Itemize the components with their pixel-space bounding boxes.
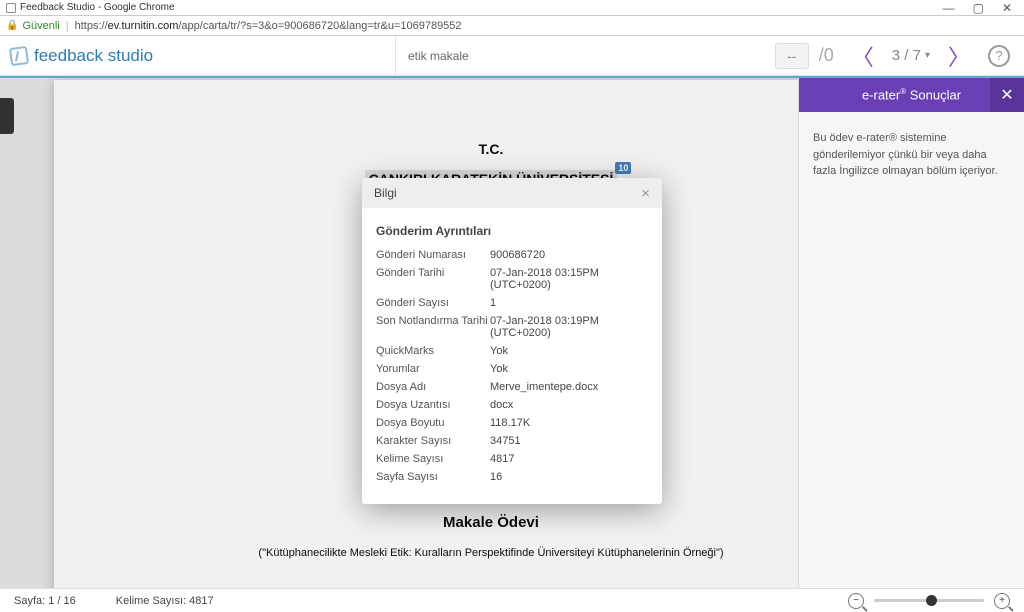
detail-key: Son Notlandırma Tarihi (376, 315, 490, 339)
url-scheme: https:// (75, 20, 108, 32)
url-domain: ev.turnitin.com (108, 20, 179, 32)
app-icon (6, 3, 16, 13)
detail-key: Sayfa Sayısı (376, 471, 490, 483)
brand[interactable]: feedback studio (0, 46, 153, 66)
app-header: feedback studio etik makale -- /0 〈 3 / … (0, 36, 1024, 76)
detail-row: Dosya Uzantısıdocx (376, 396, 648, 414)
os-titlebar: Feedback Studio - Google Chrome — ▢ ✕ (0, 0, 1024, 16)
detail-value: 1 (490, 297, 648, 309)
window-title: Feedback Studio - Google Chrome (20, 2, 175, 13)
detail-value: Yok (490, 363, 648, 375)
brand-icon (9, 45, 29, 65)
grade-total: /0 (819, 45, 834, 66)
similarity-marker-10[interactable]: 10 (615, 162, 631, 174)
erater-panel-title: e-rater® Sonuçlar (862, 87, 961, 102)
detail-row: Kelime Sayısı4817 (376, 450, 648, 468)
doc-heading-makale: Makale Ödevi (54, 514, 928, 531)
secure-label: Güvenli (22, 20, 59, 32)
detail-key: Yorumlar (376, 363, 490, 375)
lock-icon: 🔒 (6, 20, 18, 31)
info-modal-close-button[interactable]: × (641, 185, 650, 202)
zoom-in-icon[interactable]: + (994, 593, 1010, 609)
status-bar: Sayfa: 1 / 16 Kelime Sayısı: 4817 − + (0, 588, 1024, 612)
info-modal-header: Bilgi × (362, 178, 662, 208)
status-words: Kelime Sayısı: 4817 (116, 595, 214, 607)
detail-key: Dosya Adı (376, 381, 490, 393)
paper-position-label: 3 / 7 (892, 47, 921, 64)
zoom-slider-knob[interactable] (926, 595, 937, 606)
document-title: etik makale (408, 49, 469, 63)
url-path: /app/carta/tr/?s=3&o=900686720&lang=tr&u… (178, 20, 461, 32)
detail-key: Gönderi Numarası (376, 249, 490, 261)
info-modal-title: Bilgi (374, 186, 397, 200)
detail-row: Gönderi Sayısı1 (376, 294, 648, 312)
detail-row: Dosya AdıMerve_imentepe.docx (376, 378, 648, 396)
grade-input[interactable]: -- (775, 43, 809, 69)
detail-value: Merve_imentepe.docx (490, 381, 648, 393)
prev-paper-button[interactable]: 〈 (844, 40, 882, 72)
detail-value: Yok (490, 345, 648, 357)
detail-value: 07-Jan-2018 03:15PM (UTC+0200) (490, 267, 648, 291)
detail-value: 16 (490, 471, 648, 483)
divider: | (66, 20, 69, 32)
detail-key: QuickMarks (376, 345, 490, 357)
detail-value: 900686720 (490, 249, 648, 261)
detail-key: Gönderi Tarihi (376, 267, 490, 291)
detail-value: 118.17K (490, 417, 648, 429)
detail-row: Dosya Boyutu118.17K (376, 414, 648, 432)
maximize-button[interactable]: ▢ (973, 1, 984, 15)
doc-line-tc: T.C. (475, 140, 508, 158)
info-modal-rows: Gönderi Numarası900686720Gönderi Tarihi0… (376, 246, 648, 486)
close-window-button[interactable]: ✕ (1002, 1, 1012, 15)
detail-value: 4817 (490, 453, 648, 465)
detail-row: QuickMarksYok (376, 342, 648, 360)
detail-row: Sayfa Sayısı16 (376, 468, 648, 486)
caret-down-icon: ▾ (925, 50, 930, 61)
detail-value: docx (490, 399, 648, 411)
grade-value: -- (787, 48, 796, 64)
detail-row: Gönderi Numarası900686720 (376, 246, 648, 264)
browser-addressbar: 🔒 Güvenli | https://ev.turnitin.com/app/… (0, 16, 1024, 36)
help-label: ? (995, 48, 1002, 63)
status-page: Sayfa: 1 / 16 (14, 595, 76, 607)
url[interactable]: https://ev.turnitin.com/app/carta/tr/?s=… (75, 20, 462, 32)
detail-key: Dosya Uzantısı (376, 399, 490, 411)
info-modal-section-title: Gönderim Ayrıntıları (376, 224, 648, 238)
detail-row: YorumlarYok (376, 360, 648, 378)
erater-panel-header: e-rater® Sonuçlar ✕ (799, 78, 1024, 112)
help-button[interactable]: ? (988, 45, 1010, 67)
detail-value: 07-Jan-2018 03:19PM (UTC+0200) (490, 315, 648, 339)
panel-close-button[interactable]: ✕ (990, 78, 1024, 112)
detail-row: Gönderi Tarihi07-Jan-2018 03:15PM (UTC+0… (376, 264, 648, 294)
minimize-button[interactable]: — (943, 1, 955, 15)
brand-text: feedback studio (34, 46, 153, 66)
next-paper-button[interactable]: 〉 (940, 40, 978, 72)
detail-key: Gönderi Sayısı (376, 297, 490, 309)
detail-row: Son Notlandırma Tarihi07-Jan-2018 03:19P… (376, 312, 648, 342)
detail-row: Karakter Sayısı34751 (376, 432, 648, 450)
erater-panel-message: Bu ödev e-rater® sistemine gönderilemiyo… (799, 112, 1024, 198)
info-modal: Bilgi × Gönderim Ayrıntıları Gönderi Num… (362, 178, 662, 504)
zoom-slider[interactable] (874, 599, 984, 602)
detail-key: Karakter Sayısı (376, 435, 490, 447)
erater-panel: e-rater® Sonuçlar ✕ Bu ödev e-rater® sis… (798, 78, 1024, 588)
detail-value: 34751 (490, 435, 648, 447)
zoom-out-icon[interactable]: − (848, 593, 864, 609)
doc-subtitle: ("Kütüphanecilikte Mesleki Etik: Kuralla… (54, 547, 928, 559)
detail-key: Kelime Sayısı (376, 453, 490, 465)
detail-key: Dosya Boyutu (376, 417, 490, 429)
left-drawer-handle[interactable] (0, 98, 14, 134)
paper-position-dropdown[interactable]: 3 / 7 ▾ (892, 47, 930, 64)
